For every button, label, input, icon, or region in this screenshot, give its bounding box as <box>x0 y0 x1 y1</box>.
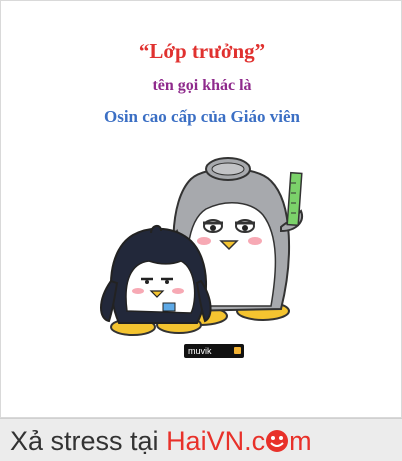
caption-line-2: tên gọi khác là <box>152 77 252 94</box>
brand-tag-label: muvik <box>188 346 212 356</box>
footer-text: Xả stress tại HaiVN.c m <box>10 425 312 457</box>
footer-banner: Xả stress tại HaiVN.c m <box>0 418 402 461</box>
footer-site-part-a[interactable]: HaiVN.c <box>166 426 265 456</box>
penguins-illustration <box>100 157 303 336</box>
caption-line-3: Osin cao cấp của Giáo viên <box>104 107 300 126</box>
image-frame: “Lớp trưởng” tên gọi khác là Osin cao cấ… <box>0 0 402 418</box>
footer-site-part-b[interactable]: m <box>289 426 312 456</box>
caption-title: “Lớp trưởng” <box>138 39 266 63</box>
footer-prefix: Xả stress tại <box>10 426 167 456</box>
logo-square-icon <box>234 347 241 354</box>
smiley-face-icon <box>266 430 289 452</box>
muvik-logo: muvik <box>184 344 244 358</box>
